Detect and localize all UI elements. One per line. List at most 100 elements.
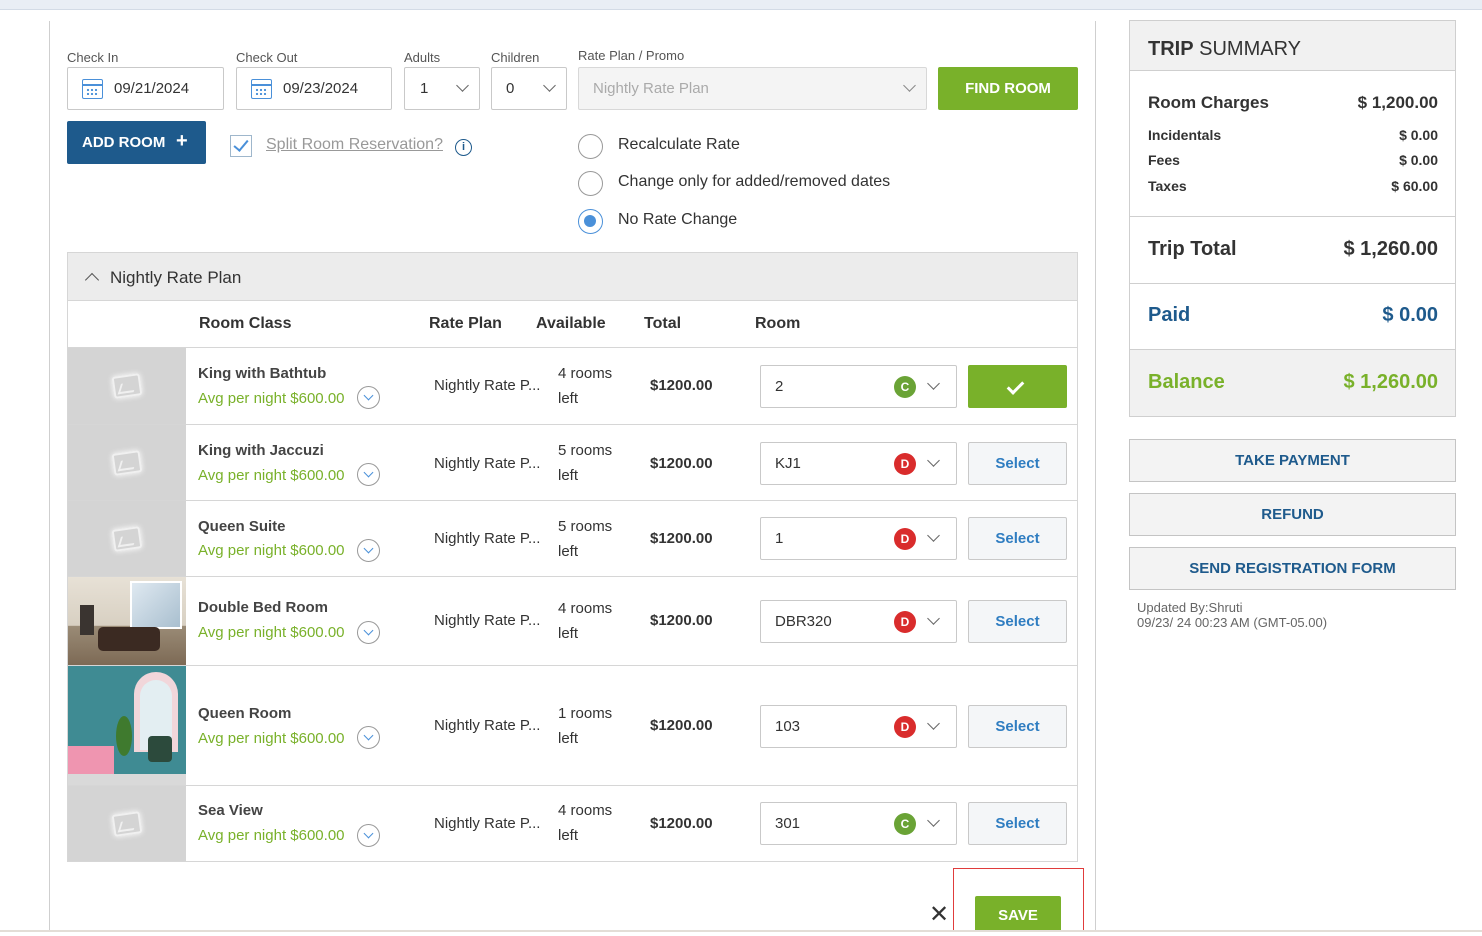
- room-class-name: Queen Suite: [198, 518, 286, 535]
- rate-plan-section-title: Nightly Rate Plan: [110, 268, 242, 287]
- rate-plan-cell: Nightly Rate P...: [434, 815, 541, 832]
- availability-cell: 1 rooms left: [558, 701, 612, 751]
- rate-plan-placeholder: Nightly Rate Plan: [593, 80, 709, 97]
- browser-top-strip: [0, 0, 1482, 10]
- updated-by-text: Updated By:Shruti: [1137, 600, 1243, 615]
- children-select[interactable]: 0: [491, 67, 567, 110]
- chevron-down-icon: [927, 612, 940, 625]
- room-status-badge: C: [894, 376, 916, 398]
- header-room: Room: [755, 315, 801, 332]
- expand-chevron-icon[interactable]: [357, 539, 380, 562]
- avg-per-night: Avg per night $600.00: [198, 730, 345, 747]
- room-number-select[interactable]: DBR320 D: [760, 600, 957, 643]
- check-out-field[interactable]: 09/23/2024: [236, 67, 392, 110]
- fees-label: Fees: [1148, 152, 1180, 168]
- avg-per-night: Avg per night $600.00: [198, 624, 345, 641]
- expand-chevron-icon[interactable]: [357, 726, 380, 749]
- paid-section: Paid $ 0.00: [1130, 284, 1455, 350]
- room-number-select[interactable]: 301 C: [760, 802, 957, 845]
- paid-value: $ 0.00: [1382, 304, 1438, 326]
- room-class-name: King with Jaccuzi: [198, 442, 324, 459]
- find-room-button[interactable]: FIND ROOM: [938, 67, 1078, 110]
- room-status-badge: C: [894, 813, 916, 835]
- incidentals-label: Incidentals: [1148, 127, 1222, 143]
- sofa-shape: [98, 627, 160, 651]
- calendar-icon[interactable]: [251, 79, 272, 99]
- rooms-table: Room Class Rate Plan Available Total Roo…: [67, 300, 1078, 862]
- info-icon[interactable]: i: [455, 139, 472, 156]
- rate-plan-select[interactable]: Nightly Rate Plan: [578, 67, 927, 110]
- availability-left: left: [558, 827, 579, 844]
- availability-cell: 4 rooms left: [558, 596, 612, 646]
- fees-value: $ 0.00: [1399, 152, 1438, 168]
- trip-total-label: Trip Total: [1148, 238, 1237, 260]
- calendar-icon[interactable]: [82, 79, 103, 99]
- balance-value: $ 1,260.00: [1343, 371, 1438, 393]
- take-payment-button[interactable]: TAKE PAYMENT: [1129, 439, 1456, 482]
- chevron-down-icon: [927, 717, 940, 730]
- check-in-field[interactable]: 09/21/2024: [67, 67, 224, 110]
- stove-shape: [80, 605, 94, 635]
- charges-section: Room Charges $ 1,200.00 Incidentals $ 0.…: [1130, 71, 1455, 217]
- expand-chevron-icon[interactable]: [357, 824, 380, 847]
- avg-per-night: Avg per night $600.00: [198, 390, 345, 407]
- radio-label-no-rate-change: No Rate Change: [618, 211, 738, 228]
- header-rate-plan: Rate Plan: [429, 315, 502, 332]
- taxes-label: Taxes: [1148, 178, 1187, 194]
- table-row: Queen Suite Avg per night $600.00 Nightl…: [68, 500, 1077, 577]
- adults-select[interactable]: 1: [404, 67, 480, 110]
- availability-left: left: [558, 625, 579, 642]
- radio-change-added-removed[interactable]: [578, 171, 603, 196]
- room-number-value: 1: [775, 530, 784, 547]
- radio-no-rate-change[interactable]: [578, 209, 603, 234]
- add-room-button[interactable]: ADD ROOM +: [67, 121, 206, 164]
- room-status-badge: D: [894, 716, 916, 738]
- total-cell: $1200.00: [650, 612, 713, 629]
- chevron-down-icon: [927, 454, 940, 467]
- expand-chevron-icon[interactable]: [357, 463, 380, 486]
- select-room-button[interactable]: Select: [968, 517, 1067, 560]
- availability-cell: 5 rooms left: [558, 438, 612, 488]
- trip-summary-panel: TRIP SUMMARY Room Charges $ 1,200.00 Inc…: [1129, 20, 1456, 417]
- expand-chevron-icon[interactable]: [357, 621, 380, 644]
- chevron-up-icon[interactable]: [84, 272, 100, 288]
- avg-per-night: Avg per night $600.00: [198, 827, 345, 844]
- paid-label: Paid: [1148, 304, 1191, 326]
- room-number-value: 103: [775, 718, 801, 735]
- table-row: King with Jaccuzi Avg per night $600.00 …: [68, 424, 1077, 501]
- chair-shape: [148, 736, 172, 762]
- image-icon: [111, 811, 143, 837]
- send-registration-form-button[interactable]: SEND REGISTRATION FORM: [1129, 547, 1456, 590]
- room-number-select[interactable]: KJ1 D: [760, 442, 957, 485]
- close-icon[interactable]: ✕: [929, 903, 949, 927]
- room-number-select[interactable]: 2 C: [760, 365, 957, 408]
- room-class-name: Sea View: [198, 802, 263, 819]
- room-number-value: 301: [775, 815, 801, 832]
- select-room-button[interactable]: Select: [968, 705, 1067, 748]
- expand-chevron-icon[interactable]: [357, 386, 380, 409]
- select-room-button[interactable]: Select: [968, 600, 1067, 643]
- floor-shape: [68, 774, 186, 785]
- room-selected-button[interactable]: [968, 365, 1067, 408]
- rate-plan-cell: Nightly Rate P...: [434, 377, 541, 394]
- radio-recalculate-rate[interactable]: [578, 134, 603, 159]
- rate-plan-label: Rate Plan / Promo: [578, 48, 685, 63]
- avg-per-night: Avg per night $600.00: [198, 542, 345, 559]
- select-room-button[interactable]: Select: [968, 802, 1067, 845]
- total-cell: $1200.00: [650, 815, 713, 832]
- check-in-label: Check In: [67, 50, 119, 65]
- refund-button[interactable]: REFUND: [1129, 493, 1456, 536]
- rate-plan-section-header[interactable]: Nightly Rate Plan: [67, 252, 1078, 301]
- select-room-button[interactable]: Select: [968, 442, 1067, 485]
- save-button[interactable]: SAVE: [975, 896, 1061, 932]
- availability-count: 4 rooms: [558, 365, 613, 382]
- adults-label: Adults: [404, 50, 441, 65]
- image-icon: [111, 450, 143, 476]
- room-number-select[interactable]: 103 D: [760, 705, 957, 748]
- availability-left: left: [558, 730, 579, 747]
- availability-count: 1 rooms: [558, 705, 613, 722]
- room-number-select[interactable]: 1 D: [760, 517, 957, 560]
- room-number-value: DBR320: [775, 613, 832, 630]
- split-room-checkbox[interactable]: [230, 135, 252, 157]
- split-room-label[interactable]: Split Room Reservation?: [266, 136, 443, 154]
